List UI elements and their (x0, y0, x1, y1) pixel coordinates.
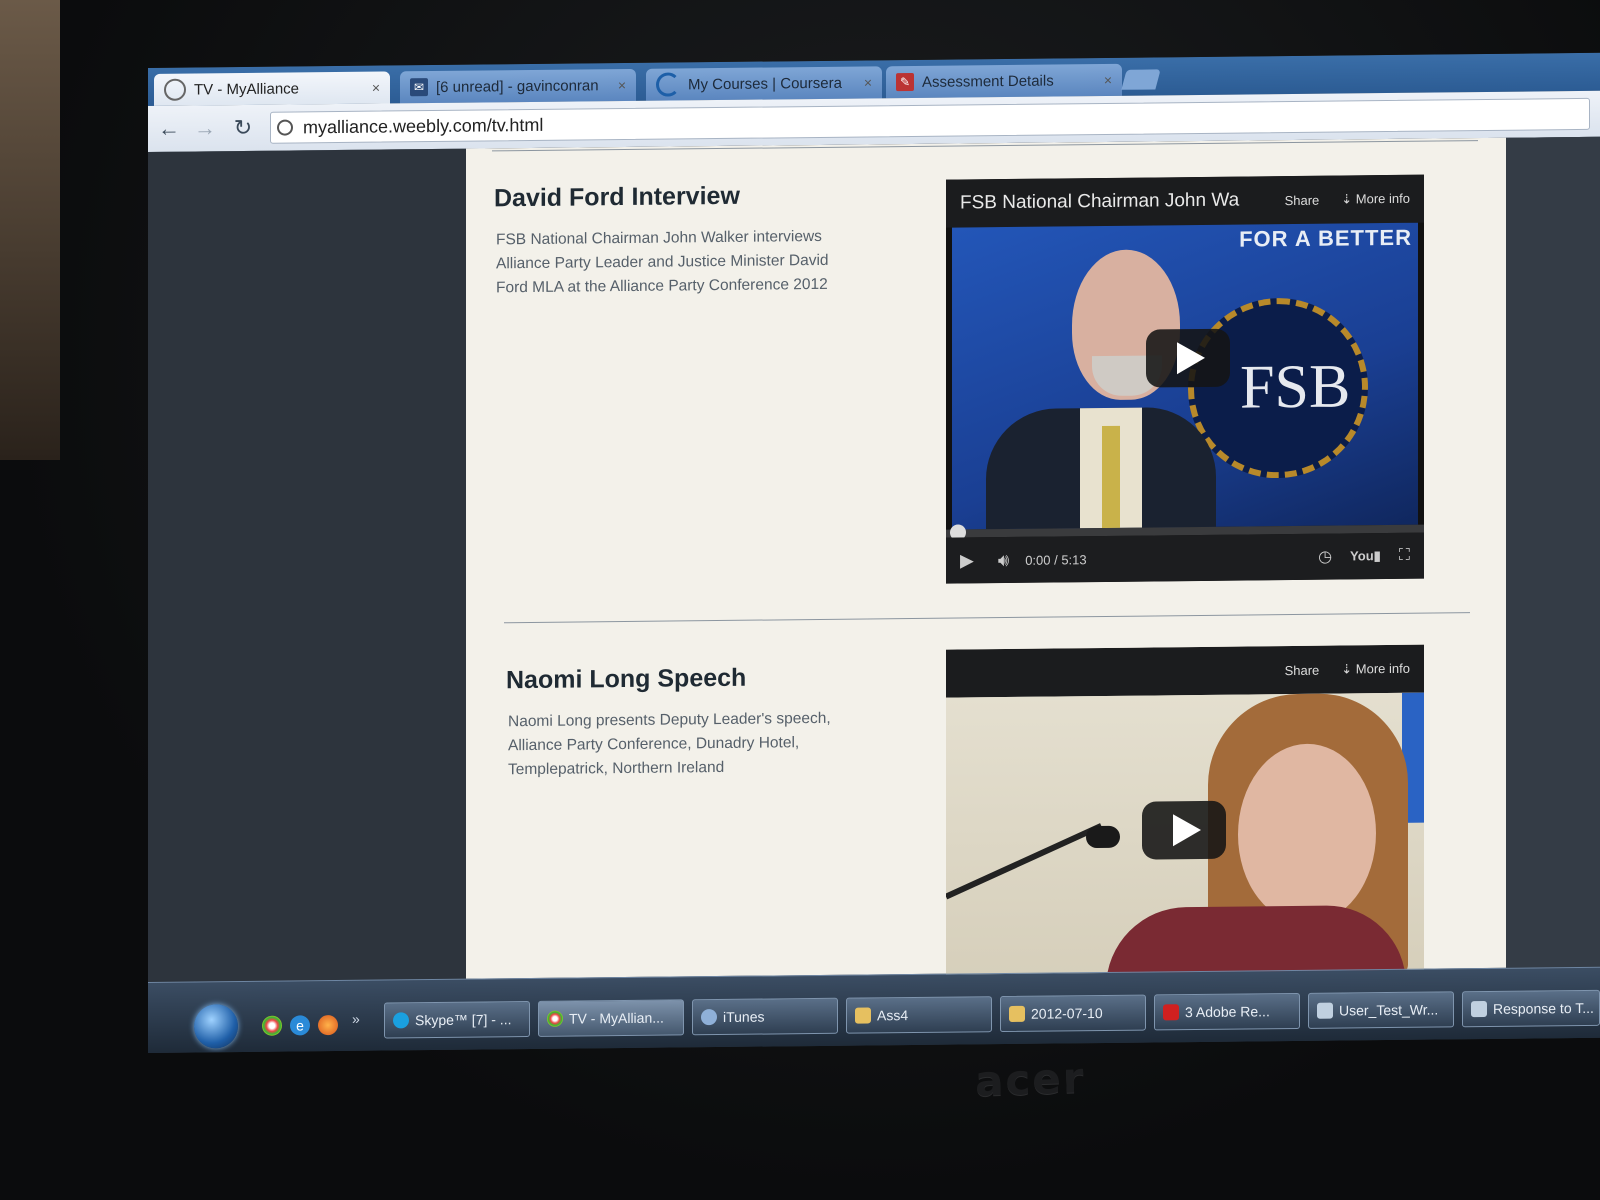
more-info-link[interactable]: ⇣ More info (1341, 661, 1410, 678)
video-time: 0:00 / 5:13 (1025, 551, 1087, 568)
section-title: Naomi Long Speech (506, 663, 747, 695)
fullscreen-icon[interactable]: ⛶ (1399, 547, 1410, 565)
close-icon[interactable]: × (372, 80, 380, 96)
page-right-gutter (1506, 136, 1600, 968)
taskbar-response[interactable]: Response to T... (1462, 989, 1600, 1028)
divider (504, 612, 1470, 624)
new-tab-button[interactable] (1121, 69, 1161, 90)
close-icon[interactable]: × (864, 74, 872, 90)
assessment-icon: ✎ (896, 72, 914, 92)
video-section-naomi-long: Naomi Long Speech Naomi Long presents De… (466, 614, 1506, 980)
windows-taskbar: e » Skype™ [7] - ... TV - MyAllian... iT… (148, 966, 1600, 1054)
close-icon[interactable]: × (618, 77, 626, 93)
banner-text: FOR A BETTER (1239, 224, 1412, 252)
adobe-reader-icon (1163, 1004, 1179, 1021)
microphone-stand (946, 823, 1103, 900)
taskbar-ass4-folder[interactable]: Ass4 (846, 996, 992, 1034)
fsb-logo-text: FSB (1240, 352, 1351, 422)
section-description: FSB National Chairman John Walker interv… (496, 227, 829, 297)
taskbar-chrome[interactable]: TV - MyAllian... (538, 999, 684, 1037)
tab-assessment[interactable]: ✎ Assessment Details × (886, 63, 1122, 99)
document-icon (1471, 1000, 1487, 1018)
itunes-icon (701, 1009, 717, 1026)
more-info-icon: ⇣ (1341, 661, 1353, 677)
start-button[interactable] (194, 1004, 238, 1049)
document-icon (1317, 1002, 1333, 1019)
folder-icon (855, 1007, 871, 1024)
page-content: David Ford Interview FSB National Chairm… (466, 137, 1506, 980)
more-quicklaunch-icon[interactable]: » (352, 1011, 360, 1027)
volume-icon[interactable]: 🔊︎ (998, 549, 1009, 570)
video-thumbnail[interactable] (946, 692, 1424, 980)
taskbar-2012-07-10-folder[interactable]: 2012-07-10 (1000, 994, 1146, 1033)
web-page: David Ford Interview FSB National Chairm… (148, 136, 1600, 982)
back-arrow-icon[interactable]: ← (156, 116, 182, 142)
play-button[interactable] (1142, 800, 1226, 860)
section-title: David Ford Interview (494, 181, 740, 213)
speaker-tie (1102, 425, 1120, 529)
speaker-face (1238, 743, 1376, 925)
taskbar-adobe-reader[interactable]: 3 Adobe Re... (1154, 992, 1300, 1031)
section-description: Naomi Long presents Deputy Leader's spee… (508, 709, 831, 779)
skype-icon (393, 1012, 409, 1029)
globe-icon (164, 78, 186, 101)
video-player[interactable]: Share ⇣ More info (946, 644, 1424, 980)
chrome-icon (547, 1010, 563, 1027)
tab-coursera[interactable]: My Courses | Coursera × (646, 66, 882, 101)
watch-later-icon[interactable]: ◷ (1318, 547, 1332, 567)
url-input[interactable] (301, 103, 1505, 139)
mail-icon: ✉ (410, 78, 428, 97)
video-controls: ▶ 🔊︎ 0:00 / 5:13 ◷ You▮ ⛶ (946, 532, 1424, 584)
screen: TV - MyAlliance × ✉ [6 unread] - gavinco… (148, 52, 1600, 1054)
more-info-link[interactable]: ⇣ More info (1341, 191, 1410, 208)
video-player[interactable]: FSB National Chairman John Wa Share ⇣ Mo… (946, 174, 1424, 584)
taskbar-user-test[interactable]: User_Test_Wr... (1308, 991, 1454, 1029)
monitor-brand-logo: acer (974, 1053, 1087, 1106)
video-title[interactable]: FSB National Chairman John Wa (960, 189, 1263, 214)
internet-explorer-icon[interactable]: e (290, 1015, 310, 1036)
tab-tv-myalliance[interactable]: TV - MyAlliance × (154, 71, 390, 106)
video-title (960, 670, 1263, 673)
address-bar[interactable] (270, 97, 1590, 144)
share-link[interactable]: Share (1285, 192, 1320, 207)
play-icon[interactable]: ▶ (960, 550, 974, 571)
forward-arrow-icon[interactable]: → (192, 115, 218, 141)
play-icon (1177, 341, 1205, 375)
share-link[interactable]: Share (1285, 662, 1320, 677)
youtube-logo-icon[interactable]: You▮ (1350, 548, 1381, 564)
tab-mail[interactable]: ✉ [6 unread] - gavinconran × (400, 68, 636, 104)
video-thumbnail[interactable]: FOR A BETTER FSB (952, 222, 1418, 530)
play-icon (1173, 813, 1201, 847)
close-icon[interactable]: × (1104, 72, 1112, 88)
firefox-icon[interactable] (318, 1015, 338, 1036)
play-button[interactable] (1146, 328, 1230, 388)
background-wall (0, 0, 60, 460)
chrome-quicklaunch-icon[interactable] (262, 1015, 282, 1036)
page-info-icon[interactable] (277, 119, 293, 136)
reload-icon[interactable]: ↻ (230, 115, 256, 141)
taskbar-itunes[interactable]: iTunes (692, 997, 838, 1036)
coursera-icon (656, 72, 680, 97)
microphone-head (1086, 825, 1120, 849)
video-title-bar: Share ⇣ More info (946, 644, 1424, 698)
taskbar-skype[interactable]: Skype™ [7] - ... (384, 1000, 530, 1039)
more-info-icon: ⇣ (1341, 191, 1353, 207)
video-title-bar: FSB National Chairman John Wa Share ⇣ Mo… (946, 174, 1424, 228)
folder-icon (1009, 1005, 1025, 1022)
